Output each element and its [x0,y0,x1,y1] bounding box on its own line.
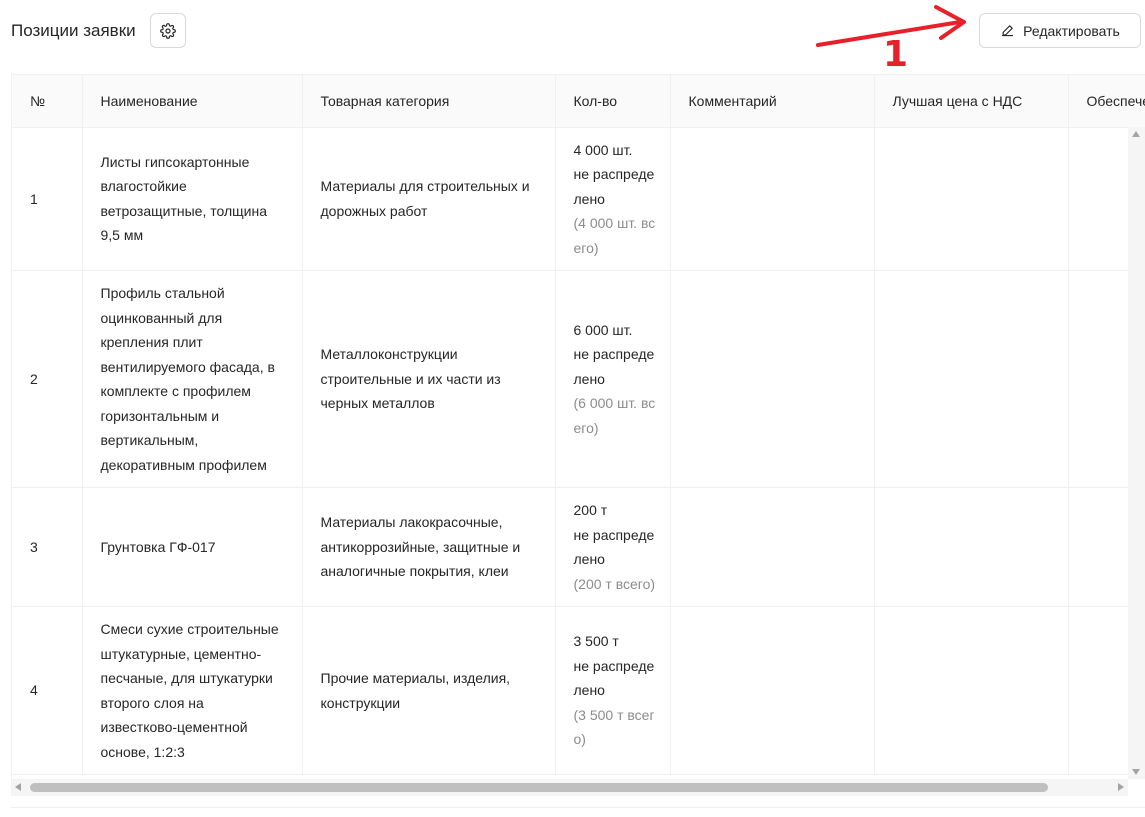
column-header-category[interactable]: Товарная категория [302,75,556,128]
cell-name: Смеси сухие строительные штукатурные, це… [82,606,303,775]
column-header-number[interactable]: № [12,75,83,128]
edit-button-label: Редактировать [1023,22,1120,39]
quantity-value: 3 500 т [573,633,619,650]
column-header-provision[interactable]: Обеспечение [1068,75,1145,128]
cell-name: Грунтовка ГФ-017 [82,487,303,607]
edit-button[interactable]: Редактировать [979,13,1141,48]
divider [11,807,1145,808]
scroll-left-arrow-icon[interactable] [15,783,21,791]
quantity-status: не распределено [573,346,655,387]
table-row[interactable]: 1 Листы гипсокартонные влагостойкие ветр… [12,127,1145,271]
column-header-quantity[interactable]: Кол-во [555,75,671,128]
cell-comment [670,606,875,775]
cell-quantity: 200 т не распределено (200 т всего) [555,487,671,607]
column-header-comment[interactable]: Комментарий [670,75,875,128]
cell-quantity: 3 500 т не распределено (3 500 т всего) [555,606,671,775]
cell-category: Материалы лакокрасочные, антикоррозийные… [302,487,556,607]
cell-comment [670,127,875,271]
cell-best-price [874,127,1069,271]
vertical-scrollbar[interactable] [1128,127,1145,779]
cell-category: Металлоконструкции строительные и их час… [302,270,556,488]
horizontal-scrollbar-thumb[interactable] [30,783,1048,792]
gear-icon [160,22,176,39]
annotation-number: 1 [883,34,909,75]
cell-number: 4 [12,606,83,775]
quantity-status: не распределено [573,526,655,568]
table-row[interactable]: 3 Грунтовка ГФ-017 Материалы лакокрасочн… [12,487,1145,607]
cell-comment [670,270,875,488]
quantity-status: не распределено [573,657,655,699]
cell-name: Профиль стальной оцинкованный для крепле… [82,270,303,488]
quantity-value: 4 000 шт. [573,141,633,158]
scroll-up-arrow-icon[interactable] [1132,131,1140,137]
cell-quantity: 6 000 шт. не распределено (6 000 шт. все… [555,270,671,488]
column-header-best-price[interactable]: Лучшая цена с НДС [874,75,1069,128]
quantity-value: 6 000 шт. [573,321,633,338]
quantity-value: 200 т [573,502,608,518]
cell-quantity: 4 000 шт. не распределено (4 000 шт. все… [555,127,671,271]
cell-best-price [874,487,1069,607]
cell-best-price [874,270,1069,488]
positions-table-container: № Наименование Товарная категория Кол-во… [11,74,1145,796]
scroll-right-arrow-icon[interactable] [1118,783,1124,791]
cell-number: 1 [12,127,83,271]
table-settings-button[interactable] [150,13,186,48]
table-header-row: № Наименование Товарная категория Кол-во… [12,75,1145,128]
cell-best-price [874,606,1069,775]
table-row[interactable]: 2 Профиль стальной оцинкованный для креп… [12,270,1145,488]
cell-comment [670,487,875,607]
cell-category: Прочие материалы, изделия, конструкции [302,606,556,775]
positions-table: № Наименование Товарная категория Кол-во… [12,75,1145,775]
quantity-total: (3 500 т всего) [573,706,655,748]
table-row[interactable]: 4 Смеси сухие строительные штукатурные, … [12,606,1145,775]
cell-number: 3 [12,487,83,607]
cell-category: Материалы для строительных и дорожных ра… [302,127,556,271]
cell-number: 2 [12,270,83,488]
column-header-name[interactable]: Наименование [82,75,303,128]
quantity-status: не распределено [573,166,655,207]
horizontal-scrollbar[interactable] [11,779,1128,796]
quantity-total: (200 т всего) [573,575,656,592]
cell-name: Листы гипсокартонные влагостойкие ветроз… [82,127,303,271]
page-title: Позиции заявки [11,21,136,40]
pencil-icon [1002,25,1014,37]
quantity-total: (6 000 шт. всего) [573,395,656,436]
quantity-total: (4 000 шт. всего) [573,215,656,256]
scroll-down-arrow-icon[interactable] [1132,769,1140,775]
